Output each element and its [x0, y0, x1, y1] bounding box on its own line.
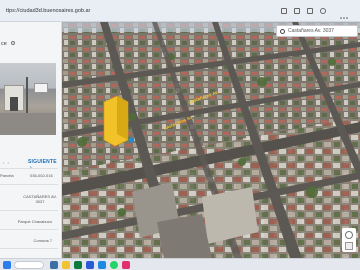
address-search[interactable]: Castañares Av. 3037	[276, 25, 358, 37]
info-row: Parque Chacabuco	[17, 219, 52, 224]
sidebar-title: ce	[1, 41, 16, 47]
search-icon	[280, 29, 285, 34]
task-view-icon[interactable]	[50, 261, 58, 269]
taskbar-search[interactable]	[14, 261, 44, 269]
city-3d-map[interactable]: Castañares Av. Castañares Av. Castañares…	[62, 22, 360, 258]
zoom-icon[interactable]	[345, 242, 353, 250]
browser-toolbar: ttps://ciudad3d.buenosaires.gob.ar	[0, 0, 360, 22]
whatsapp-icon[interactable]	[110, 261, 118, 269]
star-icon[interactable]	[281, 8, 287, 14]
favorites-icon[interactable]	[307, 8, 313, 14]
extensions-icon[interactable]	[294, 8, 300, 14]
instagram-icon[interactable]	[122, 261, 130, 269]
next-photo-button[interactable]: SIGUIENTE ›	[28, 159, 61, 171]
address-bar[interactable]: ttps://ciudad3d.buenosaires.gob.ar	[2, 5, 212, 18]
start-icon[interactable]	[3, 261, 11, 269]
profile-icon[interactable]	[320, 8, 326, 14]
excel-icon[interactable]	[74, 261, 82, 269]
parcel-sidebar: ce • • SIGUIENTE › Parcela 036-002-016 C…	[0, 22, 62, 258]
word-icon[interactable]	[86, 261, 94, 269]
street-photo	[0, 63, 56, 135]
edge-icon[interactable]	[98, 261, 106, 269]
info-icon[interactable]	[11, 41, 16, 45]
compass-icon[interactable]	[345, 231, 353, 239]
map-navigation-controls[interactable]	[342, 228, 356, 252]
os-taskbar	[0, 258, 360, 270]
aerial-imagery: Castañares Av. Castañares Av.	[62, 22, 360, 258]
photo-pager-dots[interactable]: • •	[3, 160, 10, 165]
info-row: CASTAÑARES AV. 3037	[23, 194, 57, 204]
info-row: Comuna 7	[33, 238, 52, 243]
file-explorer-icon[interactable]	[62, 261, 70, 269]
location-pin-icon[interactable]	[128, 137, 134, 143]
more-icon[interactable]	[340, 8, 348, 19]
